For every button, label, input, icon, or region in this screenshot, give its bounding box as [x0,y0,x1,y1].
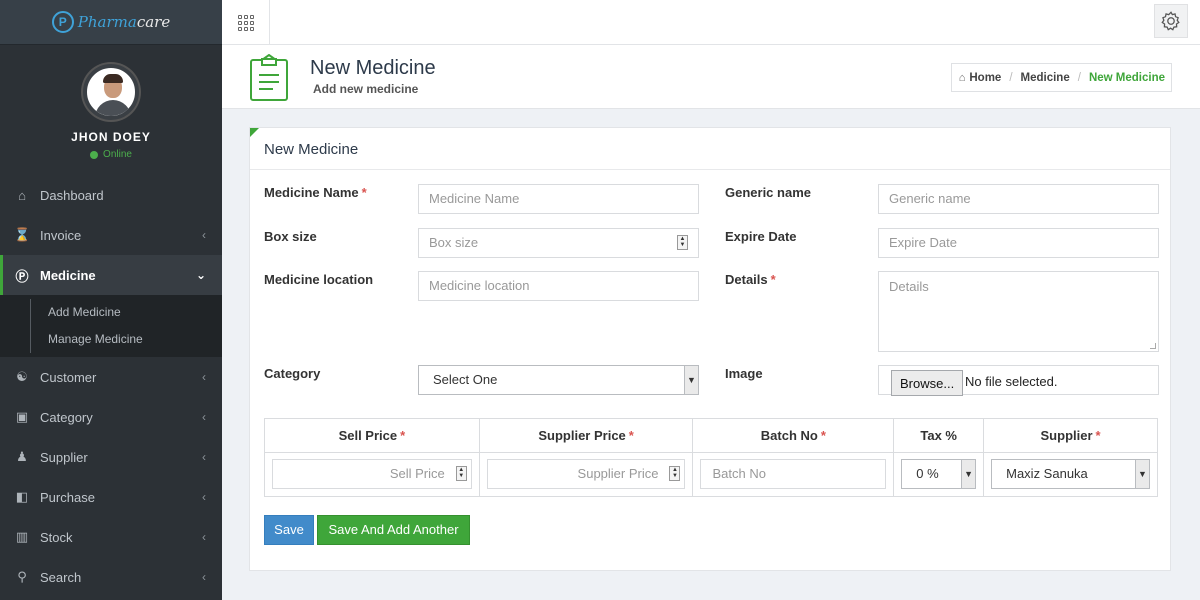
resize-grip-icon[interactable] [1150,343,1156,349]
sidebar-item-purchase[interactable]: ◧ Purchase ‹ [0,477,222,517]
sidebar-item-search[interactable]: ⚲ Search ‹ [0,557,222,597]
menu-toggle-button[interactable] [222,0,270,45]
sell-price-input[interactable]: Sell Price ▲ ▼ [272,459,472,489]
user-profile: JHON DOEY Online [0,45,222,175]
image-label: Image [725,366,763,381]
search-icon: ⚲ [17,569,27,584]
save-button[interactable]: Save [264,515,314,545]
sidebar-item-medicine[interactable]: Ⓟ Medicine ⌄ [0,255,222,295]
page-subtitle: Add new medicine [313,82,419,96]
number-spinner-icon[interactable]: ▲ ▼ [669,466,681,481]
breadcrumb-separator: / [1009,71,1013,84]
box-size-input[interactable]: Box size ▲ ▼ [418,228,699,258]
breadcrumb-medicine[interactable]: Medicine [1021,72,1070,84]
chevron-left-icon: ‹ [202,450,206,464]
chevron-down-icon: ▼ [1135,460,1149,488]
supplier-price-input[interactable]: Supplier Price ▲ ▼ [486,459,686,489]
logo-text: Pharmacare [77,13,171,31]
table-row: Sell Price ▲ ▼ Supplier Price ▲ ▼ Batch No… [264,452,1158,497]
medicine-name-input[interactable]: Medicine Name [418,184,699,214]
sidebar-item-invoice[interactable]: ⌛ Invoice ‹ [0,215,222,255]
chevron-down-icon: ⌄ [195,268,206,282]
home-icon: ⌂ [958,71,966,84]
breadcrumb: ⌂ Home / Medicine / New Medicine [950,63,1172,92]
file-status: No file selected. [965,374,1058,389]
sidebar-item-dashboard[interactable]: ⌂ Dashboard [0,175,222,215]
supplier-price-header: Supplier Price * [478,418,694,453]
chevron-left-icon: ‹ [202,530,206,544]
image-file-input: Browse... No file selected. [878,365,1159,396]
sidebar-nav: ⌂ Dashboard ⌛ Invoice ‹ Ⓟ Medicine ⌄ Add… [0,175,222,597]
cart-icon: ▣ [15,409,29,424]
chevron-down-icon: ▼ [961,460,976,488]
category-select[interactable]: Select One ▼ [418,365,699,395]
gear-icon [1161,11,1180,31]
details-label: Details * [725,272,776,287]
medicine-location-label: Medicine location [264,272,374,287]
user-status: Online [0,149,222,160]
tax-select[interactable]: 0 % ▼ [901,459,977,489]
breadcrumb-home[interactable]: Home [969,72,1001,84]
chevron-left-icon: ‹ [202,410,206,424]
hourglass-icon: ⌛ [14,227,31,242]
chevron-left-icon: ‹ [202,490,206,504]
generic-name-input[interactable]: Generic name [878,184,1159,214]
supplier-select[interactable]: Maxiz Sanuka ▼ [991,459,1150,489]
number-spinner-icon[interactable]: ▲ ▼ [455,466,467,481]
avatar[interactable] [83,64,139,120]
logo[interactable]: P Pharmacare [0,0,222,45]
sidebar-item-customer[interactable]: ☯ Customer ‹ [0,357,222,397]
sidebar-item-supplier[interactable]: ♟ Supplier ‹ [0,437,222,477]
generic-name-label: Generic name [725,185,811,200]
sidebar-item-stock[interactable]: ▥ Stock ‹ [0,517,222,557]
chevron-left-icon: ‹ [202,228,206,242]
expire-date-input[interactable]: Expire Date [878,228,1159,258]
documents-icon: ◧ [15,489,29,504]
handshake-icon: ☯ [16,369,28,384]
home-icon: ⌂ [18,187,26,203]
medicine-name-label: Medicine Name * [264,185,367,200]
batch-no-header: Batch No * [692,418,895,453]
top-bar [222,0,1200,45]
number-spinner-icon[interactable]: ▲ ▼ [677,235,688,250]
panel-corner-accent [250,128,259,137]
medicine-location-input[interactable]: Medicine location [418,271,699,301]
chevron-left-icon: ‹ [202,370,206,384]
breadcrumb-current: New Medicine [1088,71,1165,84]
save-and-add-another-button[interactable]: Save And Add Another [317,515,470,545]
browse-button[interactable]: Browse... [891,370,964,396]
supplier-header: Supplier * [983,418,1158,453]
bar-chart-icon: ▥ [15,529,29,544]
page-title: New Medicine [310,57,436,79]
panel-title: New Medicine [250,128,1170,170]
sidebar: P Pharmacare JHON DOEY Online ⌂ Dashboar… [0,0,222,600]
settings-button[interactable] [1154,4,1188,38]
pill-icon: Ⓟ [15,268,29,284]
submenu-add-medicine[interactable]: Add Medicine [0,299,222,326]
grid-dots-icon [237,14,254,31]
pill-logo-icon: P [51,11,74,33]
page-header: New Medicine Add new medicine ⌂ Home / M… [222,45,1200,109]
details-textarea[interactable]: Details [878,271,1159,352]
submenu-manage-medicine[interactable]: Manage Medicine [0,326,222,353]
online-dot-icon [90,150,99,159]
breadcrumb-separator: / [1077,71,1081,84]
new-medicine-panel: New Medicine Medicine Name * Medicine Nam… [249,127,1171,571]
clipboard-icon [250,54,288,101]
batch-no-input[interactable]: Batch No [700,459,887,489]
chevron-left-icon: ‹ [202,570,206,584]
expire-date-label: Expire Date [725,229,797,244]
price-table: Sell Price * Supplier Price * Batch No * Ta… [264,418,1158,497]
tax-header: Tax % [893,418,985,453]
user-name: JHON DOEY [71,130,151,144]
chevron-down-icon: ▼ [684,366,698,394]
box-size-label: Box size [264,229,317,244]
category-label: Category [264,366,321,381]
sidebar-item-category[interactable]: ▣ Category ‹ [0,397,222,437]
medicine-submenu: Add Medicine Manage Medicine [0,295,222,357]
sell-price-header: Sell Price * [264,418,480,453]
person-icon: ♟ [16,449,28,464]
